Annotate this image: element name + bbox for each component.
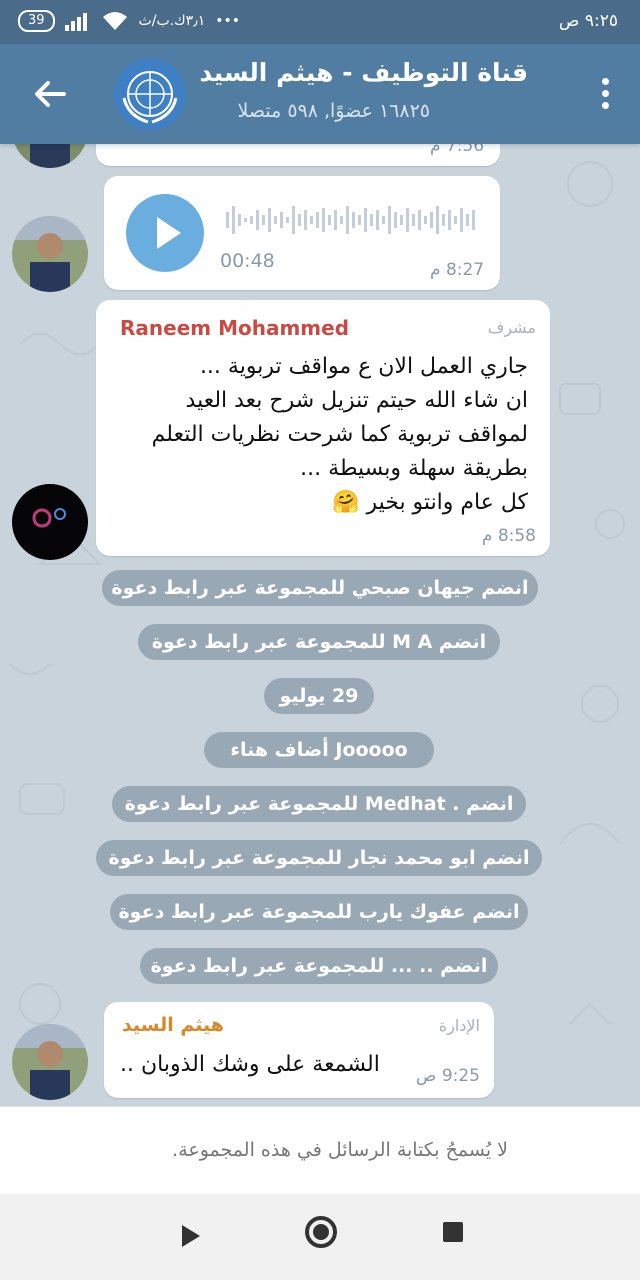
more-notifications-icon: ••• <box>215 13 240 29</box>
service-message[interactable]: Jooooo أضاف هناء <box>204 732 434 768</box>
message-line: لمواقف تربوية كما شرحت نظريات التعلم <box>151 422 528 447</box>
play-button[interactable] <box>126 194 204 272</box>
sender-role: الإدارة <box>438 1016 480 1035</box>
chat-title[interactable]: قناة التوظيف - هيثم السيد <box>199 58 528 87</box>
channel-avatar[interactable] <box>114 58 186 130</box>
sender-avatar[interactable] <box>12 216 88 292</box>
network-speed: ٣٫١ك.ب/ث <box>138 13 206 29</box>
sender-avatar[interactable] <box>12 484 88 560</box>
dark-abstract-photo-icon <box>12 484 88 560</box>
status-left: 39 ٣٫١ك.ب/ث ••• <box>18 10 240 32</box>
clock: ٩:٢٥ ص <box>558 11 618 31</box>
voice-duration: 00:48 <box>220 250 275 272</box>
voice-message-bubble[interactable]: 00:48 8:27 م <box>104 176 500 290</box>
back-arrow-icon[interactable] <box>30 74 70 114</box>
status-bar: 39 ٣٫١ك.ب/ث ••• ٩:٢٥ ص <box>0 0 640 44</box>
voice-waveform[interactable] <box>226 202 476 238</box>
wifi-icon <box>102 12 127 30</box>
message-time: 8:58 م <box>481 526 536 546</box>
sender-name[interactable]: هيثم السيد <box>122 1014 224 1036</box>
member-count: ١٦٨٢٥ عضوًا, ٥٩٨ متصلا <box>237 100 430 122</box>
message-line: بطريقة سهلة وبسيطة ... <box>300 456 528 481</box>
person-photo-icon <box>12 1024 88 1100</box>
message-time: 7:56 م <box>430 144 485 156</box>
sender-avatar[interactable] <box>12 1024 88 1100</box>
message-bubble-haitham[interactable]: هيثم السيد الإدارة الشمعة على وشك الذوبا… <box>104 1002 494 1098</box>
nav-recents-icon[interactable] <box>443 1222 463 1242</box>
message-time: 9:25 ص <box>415 1066 480 1086</box>
message-line: جاري العمل الان ع مواقف تربوية ... <box>199 354 528 379</box>
message-line: كل عام وانتو بخير 🤗 <box>332 490 528 515</box>
restricted-input-bar: لا يُسمحُ بكتابة الرسائل في هذه المجموعة… <box>0 1106 640 1194</box>
message-bubble-raneem[interactable]: Raneem Mohammed مشرف جاري العمل الان ع م… <box>96 300 550 556</box>
message-text[interactable]: الشمعة على وشك الذوبان .. <box>120 1048 380 1082</box>
chat-header: قناة التوظيف - هيثم السيد ١٦٨٢٥ عضوًا, ٥… <box>0 44 640 144</box>
play-icon <box>157 217 181 249</box>
chat-area[interactable]: 7:56 م 00:48 8:27 م Raneem Mohammed مشرف… <box>0 144 640 1106</box>
service-message[interactable]: انضم ابو محمد نجار للمجموعة عبر رابط دعو… <box>96 840 542 876</box>
service-message[interactable]: انضم جيهان صبحي للمجموعة عبر رابط دعوة <box>102 570 538 606</box>
message-bubble-partial[interactable]: 7:56 م <box>96 144 500 166</box>
message-line: ان شاء الله حيتم تنزيل شرح بعد العيد <box>185 388 528 413</box>
date-separator: 29 يوليو <box>264 678 374 714</box>
battery-indicator: 39 <box>18 10 55 32</box>
service-message[interactable]: انضم عفوك يارب للمجموعة عبر رابط دعوة <box>110 894 528 930</box>
system-navigation-bar <box>0 1194 640 1280</box>
message-time: 8:27 م <box>430 260 485 280</box>
nav-home-icon[interactable] <box>305 1216 337 1248</box>
more-options-icon[interactable] <box>600 78 610 112</box>
un-emblem-icon <box>114 58 186 130</box>
sender-role: مشرف <box>487 318 536 337</box>
service-message[interactable]: انضم M A للمجموعة عبر رابط دعوة <box>138 624 500 660</box>
signal-icon <box>64 13 87 31</box>
restriction-note: لا يُسمحُ بكتابة الرسائل في هذه المجموعة… <box>172 1139 508 1161</box>
service-message[interactable]: انضم .. ... للمجموعة عبر رابط دعوة <box>140 948 498 984</box>
service-message[interactable]: انضم . Medhat للمجموعة عبر رابط دعوة <box>112 786 526 822</box>
message-text[interactable]: جاري العمل الان ع مواقف تربوية ... ان شا… <box>108 350 528 520</box>
nav-back-icon[interactable] <box>180 1224 202 1248</box>
person-photo-icon <box>12 216 88 292</box>
sender-name[interactable]: Raneem Mohammed <box>120 316 349 340</box>
